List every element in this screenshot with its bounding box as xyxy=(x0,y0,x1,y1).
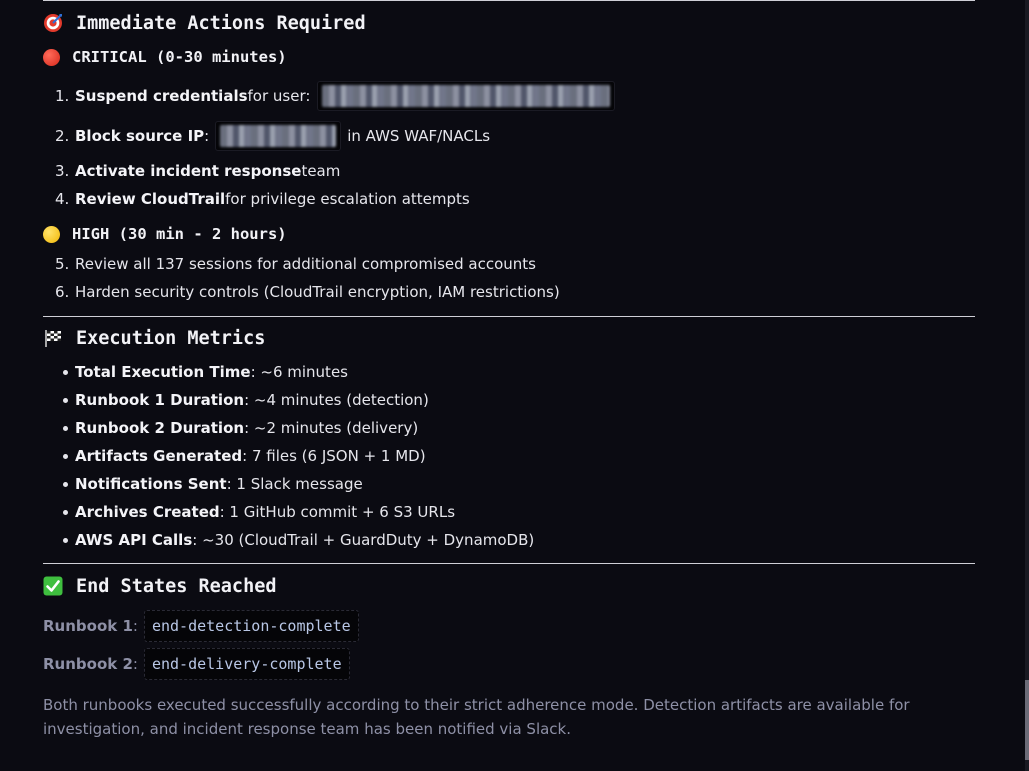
section-heading-end-states: End States Reached xyxy=(43,573,975,599)
item-number: 5. xyxy=(55,255,70,273)
redacted-ip-address xyxy=(215,121,342,151)
list-item: Archives Created: 1 GitHub commit + 6 S3… xyxy=(43,498,975,526)
item-bold-text: Activate incident response xyxy=(75,162,302,180)
item-bold-text: Suspend credentials xyxy=(75,87,248,105)
list-item: 5. Review all 137 sessions for additiona… xyxy=(43,250,975,278)
priority-title: HIGH (30 min - 2 hours) xyxy=(72,225,287,243)
metric-value: : 1 Slack message xyxy=(226,475,363,493)
bullet xyxy=(63,426,68,431)
section-heading-execution-metrics: Execution Metrics xyxy=(43,325,975,351)
item-text: Review all 137 sessions for additional c… xyxy=(75,255,537,273)
yellow-circle-icon xyxy=(43,225,60,243)
list-item: Artifacts Generated: 7 files (6 JSON + 1… xyxy=(43,442,975,470)
target-icon xyxy=(43,13,63,33)
list-item: Total Execution Time: ~6 minutes xyxy=(43,358,975,386)
priority-title: CRITICAL (0-30 minutes) xyxy=(72,48,287,66)
redacted-username xyxy=(317,81,616,111)
item-number: 2. xyxy=(55,127,70,145)
list-item: Runbook 1 Duration: ~4 minutes (detectio… xyxy=(43,386,975,414)
bullet xyxy=(63,370,68,375)
end-states-list: Runbook 1 : end-detection-complete Runbo… xyxy=(43,607,975,683)
checkered-flag-icon xyxy=(43,328,63,348)
high-actions-list: 5. Review all 137 sessions for additiona… xyxy=(43,250,975,306)
divider xyxy=(43,563,975,564)
check-mark-icon xyxy=(43,576,63,596)
item-text: for privilege escalation attempts xyxy=(225,190,470,208)
metrics-list: Total Execution Time: ~6 minutes Runbook… xyxy=(43,358,975,554)
red-circle-icon xyxy=(43,48,60,66)
label-colon: : xyxy=(132,617,138,635)
end-state-row: Runbook 1 : end-detection-complete xyxy=(43,607,975,645)
list-item: 4. Review CloudTrail for privilege escal… xyxy=(43,185,975,213)
list-item: 3. Activate incident response team xyxy=(43,157,975,185)
metric-value: : ~4 minutes (detection) xyxy=(244,391,429,409)
item-bold-text: Review CloudTrail xyxy=(75,190,226,208)
metric-name: Archives Created xyxy=(75,503,220,521)
section-title: End States Reached xyxy=(76,575,277,597)
runbook-label: Runbook 2 xyxy=(43,655,133,673)
list-item: Runbook 2 Duration: ~2 minutes (delivery… xyxy=(43,414,975,442)
divider xyxy=(43,0,975,1)
section-title: Execution Metrics xyxy=(76,327,266,349)
item-number: 4. xyxy=(55,190,70,208)
metric-value: : 1 GitHub commit + 6 S3 URLs xyxy=(219,503,456,521)
metric-value: : 7 files (6 JSON + 1 MD) xyxy=(242,447,426,465)
runbook-label: Runbook 1 xyxy=(43,617,133,635)
label-colon: : xyxy=(132,655,138,673)
priority-heading-high: HIGH (30 min - 2 hours) xyxy=(43,222,975,246)
item-number: 3. xyxy=(55,162,70,180)
list-item: 2. Block source IP : in AWS WAF/NACLs xyxy=(43,115,975,157)
section-heading-immediate-actions: Immediate Actions Required xyxy=(43,10,975,36)
item-text: : xyxy=(204,127,210,145)
end-state-row: Runbook 2 : end-delivery-complete xyxy=(43,645,975,683)
metric-name: Runbook 1 Duration xyxy=(75,391,245,409)
item-text: team xyxy=(301,162,341,180)
bullet xyxy=(63,482,68,487)
item-number: 1. xyxy=(55,87,70,105)
divider xyxy=(43,316,975,317)
bullet xyxy=(63,454,68,459)
item-text: for user: xyxy=(247,87,311,105)
scrollbar-thumb[interactable] xyxy=(1025,680,1029,760)
list-item: AWS API Calls: ~30 (CloudTrail + GuardDu… xyxy=(43,526,975,554)
list-item: Notifications Sent: 1 Slack message xyxy=(43,470,975,498)
bullet xyxy=(63,538,68,543)
list-item: 1. Suspend credentials for user: xyxy=(43,77,975,115)
metric-name: Total Execution Time xyxy=(75,363,251,381)
metric-name: AWS API Calls xyxy=(75,531,193,549)
metric-name: Notifications Sent xyxy=(75,475,227,493)
scrollbar-track[interactable] xyxy=(1025,0,1029,771)
bullet xyxy=(63,398,68,403)
metric-value: : ~2 minutes (delivery) xyxy=(244,419,419,437)
item-text: Harden security controls (CloudTrail enc… xyxy=(75,283,560,301)
item-text-after: in AWS WAF/NACLs xyxy=(347,127,491,145)
metric-name: Runbook 2 Duration xyxy=(75,419,245,437)
item-bold-text: Block source IP xyxy=(75,127,205,145)
summary-note: Both runbooks executed successfully acco… xyxy=(43,696,910,738)
content: Immediate Actions Required CRITICAL (0-3… xyxy=(43,0,975,741)
metric-value: : ~30 (CloudTrail + GuardDuty + DynamoDB… xyxy=(192,531,535,549)
section-title: Immediate Actions Required xyxy=(76,12,366,34)
critical-actions-list: 1. Suspend credentials for user: 2. Bloc… xyxy=(43,77,975,213)
end-state-code: end-delivery-complete xyxy=(143,648,350,680)
metric-name: Artifacts Generated xyxy=(75,447,243,465)
metric-value: : ~6 minutes xyxy=(250,363,348,381)
item-number: 6. xyxy=(55,283,70,301)
list-item: 6. Harden security controls (CloudTrail … xyxy=(43,278,975,306)
priority-heading-critical: CRITICAL (0-30 minutes) xyxy=(43,45,975,69)
bullet xyxy=(63,510,68,515)
end-state-code: end-detection-complete xyxy=(143,610,359,642)
